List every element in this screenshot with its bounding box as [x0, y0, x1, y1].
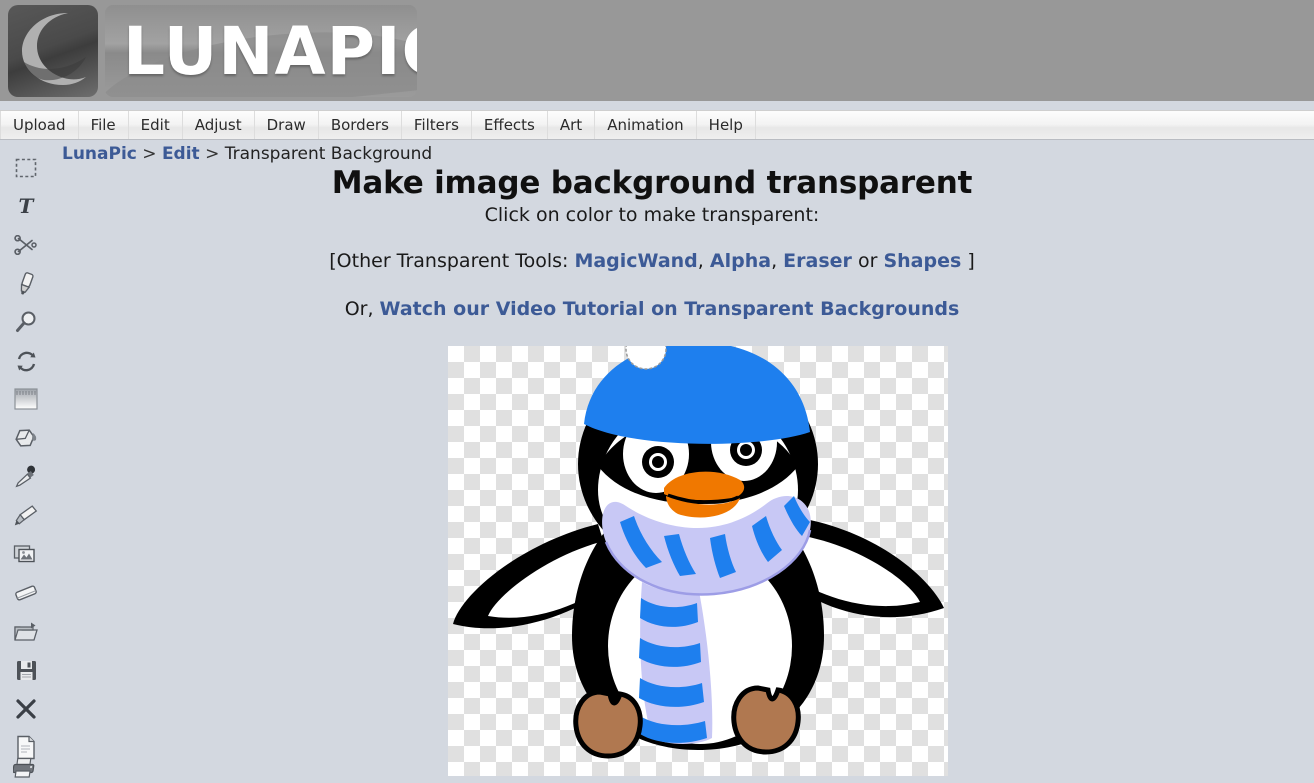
link-magicwand[interactable]: MagicWand	[574, 250, 697, 272]
penguin-image[interactable]	[448, 346, 948, 776]
main-menu-bar[interactable]: Upload File Edit Adjust Draw Borders Fil…	[0, 110, 1314, 140]
tool-gradient[interactable]	[10, 384, 42, 414]
tool-marker-pen[interactable]	[10, 269, 42, 299]
menu-borders[interactable]: Borders	[319, 111, 402, 139]
breadcrumb: LunaPic > Edit > Transparent Background	[62, 144, 432, 164]
svg-text:T: T	[19, 195, 36, 217]
magnifier-icon	[16, 311, 36, 332]
tool-printer[interactable]	[10, 753, 42, 783]
tool-close[interactable]	[10, 694, 42, 724]
image-canvas[interactable]	[448, 346, 948, 776]
scissors-icon	[14, 235, 37, 255]
close-x-icon	[16, 699, 36, 719]
gradient-icon	[14, 388, 38, 410]
breadcrumb-link-edit[interactable]: Edit	[162, 144, 200, 164]
eyedropper-icon	[15, 465, 36, 488]
tools-comma-1: ,	[697, 250, 704, 272]
link-eraser[interactable]: Eraser	[783, 250, 852, 272]
menu-effects[interactable]: Effects	[472, 111, 548, 139]
printer-icon	[13, 757, 35, 778]
tool-save[interactable]	[10, 655, 42, 685]
logo-wordmark-plate[interactable]: LUNAPIC	[105, 5, 417, 97]
menu-art[interactable]: Art	[548, 111, 596, 139]
eraser-icon	[15, 585, 37, 601]
video-tutorial-line: Or, Watch our Video Tutorial on Transpar…	[52, 298, 1252, 320]
tool-rotate[interactable]	[10, 346, 42, 376]
open-folder-icon	[14, 622, 38, 641]
menu-upload[interactable]: Upload	[0, 111, 79, 139]
menu-adjust[interactable]: Adjust	[183, 111, 255, 139]
page-subtitle: Click on color to make transparent:	[484, 204, 820, 226]
rotate-icon	[17, 351, 35, 371]
link-shapes[interactable]: Shapes	[883, 250, 961, 272]
menu-filters[interactable]: Filters	[402, 111, 472, 139]
menu-animation[interactable]: Animation	[595, 111, 697, 139]
breadcrumb-separator-1: >	[142, 144, 157, 164]
other-tools-prefix: [Other Transparent Tools:	[329, 250, 569, 272]
page-title: Make image background transparent	[331, 165, 973, 201]
save-floppy-icon	[16, 660, 36, 680]
logo-moon-box[interactable]	[8, 5, 98, 97]
menu-file[interactable]: File	[79, 111, 129, 139]
paintbrush-icon	[14, 505, 38, 526]
crescent-moon-icon	[22, 13, 86, 85]
tool-selection-marquee[interactable]	[10, 153, 42, 183]
logo-text: LUNAPIC	[123, 13, 417, 90]
link-alpha[interactable]: Alpha	[710, 250, 771, 272]
tool-paint-bucket[interactable]	[10, 423, 42, 453]
tool-copy-images[interactable]	[10, 539, 42, 569]
tool-eyedropper[interactable]	[10, 462, 42, 492]
other-tools-suffix: ]	[967, 250, 975, 272]
tool-text[interactable]: T	[10, 191, 42, 221]
breadcrumb-link-lunapic[interactable]: LunaPic	[62, 144, 137, 164]
tool-paintbrush[interactable]	[10, 501, 42, 531]
menu-draw[interactable]: Draw	[255, 111, 319, 139]
tool-sidebar: T	[0, 141, 52, 778]
selection-marquee-icon	[15, 158, 37, 178]
menu-edit[interactable]: Edit	[129, 111, 183, 139]
copy-images-icon	[13, 545, 35, 563]
tool-eraser[interactable]	[10, 578, 42, 608]
text-tool-icon: T	[19, 195, 36, 217]
tool-scissors[interactable]	[10, 230, 42, 260]
video-prefix: Or,	[344, 298, 374, 320]
marker-pen-icon	[20, 272, 34, 295]
paint-bucket-icon	[15, 429, 37, 447]
menu-help[interactable]: Help	[697, 111, 756, 139]
tool-open-folder[interactable]	[10, 617, 42, 647]
main-content: LunaPic > Edit > Transparent Background …	[52, 141, 1314, 776]
other-tools-line: [Other Transparent Tools: MagicWand, Alp…	[52, 250, 1252, 272]
site-header: LUNAPIC	[0, 0, 1314, 101]
tools-or: or	[857, 250, 878, 272]
tools-comma-2: ,	[771, 250, 778, 272]
breadcrumb-separator-2: >	[205, 144, 220, 164]
link-video-tutorial[interactable]: Watch our Video Tutorial on Transparent …	[380, 298, 960, 320]
tool-magnifier[interactable]	[10, 307, 42, 337]
breadcrumb-current: Transparent Background	[224, 144, 433, 164]
